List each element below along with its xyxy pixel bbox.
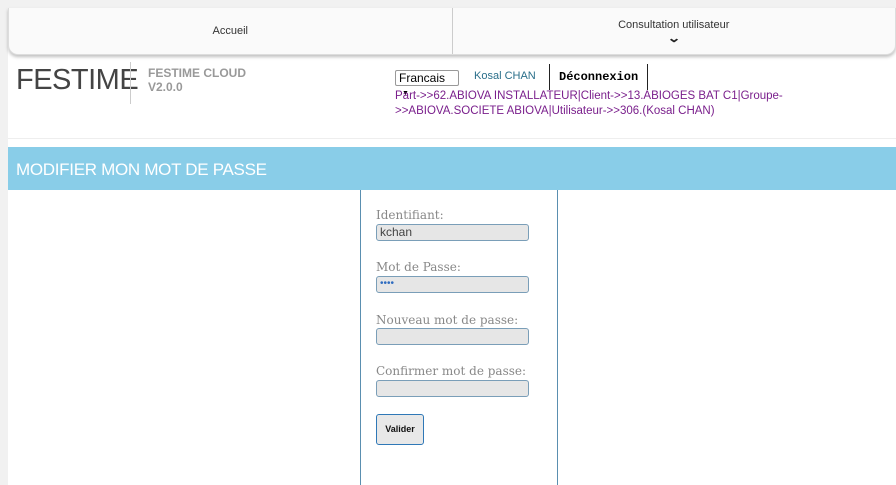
nav-item-label: Accueil [212, 25, 248, 37]
user-context-path: Part->>62.ABIOVA INSTALLATEUR|Client->>1… [395, 90, 783, 117]
new-password-field[interactable] [376, 328, 529, 345]
identifiant-label: Identifiant: [376, 208, 444, 222]
logout-button[interactable]: Déconnexion [549, 64, 649, 90]
top-navigation: Accueil Consultation utilisateur ⌄ [8, 8, 896, 55]
password-field[interactable]: •••• [376, 276, 529, 293]
validate-button[interactable]: Valider [376, 414, 424, 445]
nav-item-label: Consultation utilisateur [618, 19, 730, 31]
identifiant-field[interactable]: kchan [376, 224, 529, 241]
product-version: V2.0.0 [148, 80, 183, 94]
brand-logo: FESTIME [16, 64, 139, 96]
password-label: Mot de Passe: [376, 260, 461, 274]
nav-item-consultation-utilisateur[interactable]: Consultation utilisateur ⌄ [451, 8, 896, 54]
header-divider [8, 138, 896, 139]
brand-divider [130, 62, 131, 104]
chevron-down-icon: ⌄ [666, 31, 681, 45]
new-password-label: Nouveau mot de passe: [376, 313, 519, 327]
confirm-password-label: Confirmer mot de passe: [376, 364, 527, 378]
language-select-value: Francais [399, 71, 446, 85]
nav-item-accueil[interactable]: Accueil [9, 8, 452, 54]
current-user: Kosal CHAN [474, 70, 536, 82]
product-info: FESTIME CLOUD V2.0.0 [148, 66, 246, 94]
product-name: FESTIME CLOUD [148, 66, 246, 80]
language-select[interactable]: Francais ▼ [395, 70, 459, 97]
page-title: MODIFIER MON MOT DE PASSE [16, 160, 267, 179]
confirm-password-field[interactable] [376, 380, 529, 397]
